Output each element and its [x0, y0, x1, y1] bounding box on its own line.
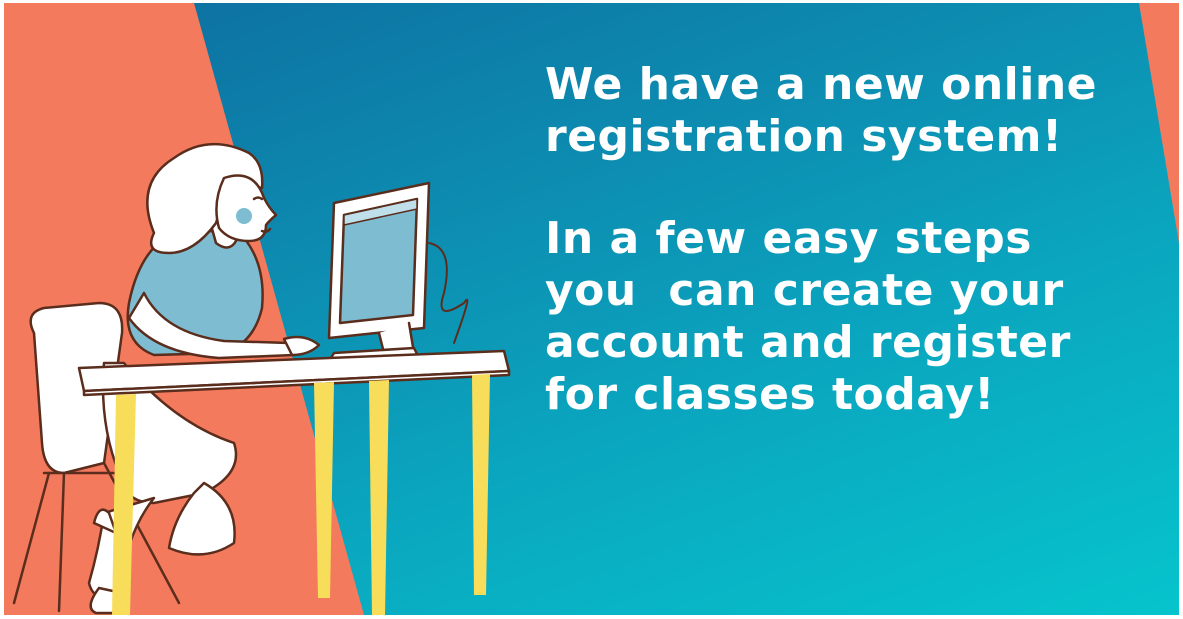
body-line-2: you can create your [545, 265, 1064, 316]
announcement-text: We have a new online registration system… [545, 59, 1165, 421]
headline-line-1: We have a new online [545, 59, 1098, 110]
body-line-4: for classes today! [545, 369, 995, 420]
woman-at-computer-icon [12, 142, 511, 615]
body-line-1: In a few easy steps [545, 213, 1032, 264]
announcement-banner: We have a new online registration system… [4, 3, 1179, 615]
headline-line-2: registration system! [545, 111, 1063, 162]
body-line-3: account and register [545, 317, 1071, 368]
